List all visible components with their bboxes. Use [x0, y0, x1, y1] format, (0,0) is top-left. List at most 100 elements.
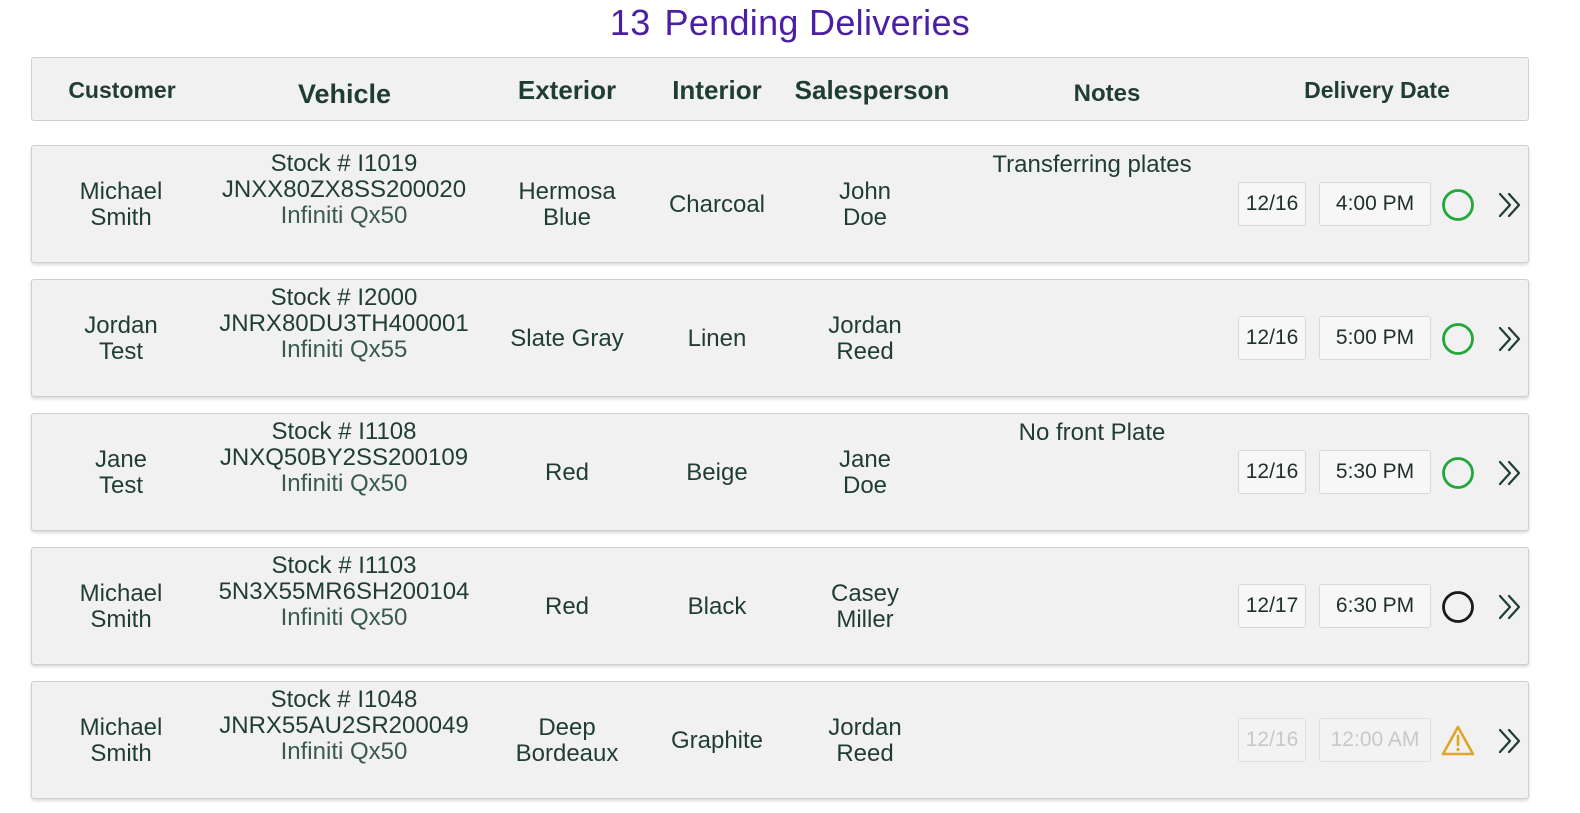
customer-name-line: Jane	[94, 446, 148, 473]
vehicle-model: Infiniti Qx50	[280, 202, 408, 229]
customer-name-line: Test	[98, 338, 143, 365]
salesperson-name: John Doe	[795, 146, 935, 264]
exterior-color-line: Deep	[538, 714, 596, 741]
vehicle-info: Stock # I1048 JNRX55AU2SR200049 Infiniti Q…	[204, 682, 484, 800]
vehicle-info: Stock # I1108 JNXQ50BY2SS200109 Infiniti Q…	[204, 414, 484, 532]
double-chevron-right-icon[interactable]	[1496, 726, 1524, 756]
customer-name: Michael Smith	[61, 146, 181, 264]
customer-name-line: Test	[98, 472, 143, 499]
vehicle-info: Stock # I2000 JNRX80DU3TH400001 Infiniti Q…	[204, 280, 484, 398]
interior-color: Black	[652, 548, 782, 666]
customer-name: Jordan Test	[61, 280, 181, 398]
interior-color: Graphite	[652, 682, 782, 800]
customer-name: Jane Test	[61, 414, 181, 532]
page-title-text: Pending Deliveries	[664, 2, 971, 43]
salesperson-name: Casey Miller	[795, 548, 935, 666]
notes-text: Transferring plates	[992, 151, 1192, 178]
vehicle-model: Infiniti Qx50	[280, 470, 408, 497]
notes-text: No front Plate	[1018, 419, 1166, 446]
customer-name-line: Michael	[79, 178, 163, 205]
column-header-notes: Notes	[1073, 80, 1141, 107]
delivery-time-field[interactable]: 4:00 PM	[1319, 182, 1431, 226]
exterior-color: Slate Gray	[497, 280, 637, 398]
salesperson-name-line: John	[838, 178, 892, 205]
column-header-vehicle: Vehicle	[297, 78, 392, 109]
salesperson-name-line: Jordan	[828, 312, 902, 339]
salesperson-name: Jane Doe	[795, 414, 935, 532]
green-circle-icon[interactable]	[1441, 456, 1475, 490]
vin-number: JNXX80ZX8SS200020	[221, 176, 467, 203]
column-header-exterior: Exterior	[517, 74, 617, 105]
delivery-time-field[interactable]: 5:00 PM	[1319, 316, 1431, 360]
vin-number: JNRX80DU3TH400001	[219, 310, 469, 337]
interior-color-line: Black	[687, 593, 747, 620]
customer-name: Michael Smith	[61, 548, 181, 666]
interior-color-line: Charcoal	[668, 191, 766, 218]
customer-name-line: Smith	[90, 740, 152, 767]
exterior-color: Deep Bordeaux	[497, 682, 637, 800]
salesperson-name-line: Reed	[836, 740, 894, 767]
double-chevron-right-icon[interactable]	[1496, 592, 1524, 622]
customer-name-line: Jordan	[84, 312, 158, 339]
delivery-date-field[interactable]: 12/17	[1238, 584, 1306, 628]
column-header-interior: Interior	[672, 74, 762, 105]
vin-number: JNRX55AU2SR200049	[219, 712, 469, 739]
interior-color: Charcoal	[652, 146, 782, 264]
salesperson-name-line: Jane	[838, 446, 892, 473]
vin-number: JNXQ50BY2SS200109	[219, 444, 469, 471]
vehicle-info: Stock # I1103 5N3X55MR6SH200104 Infiniti Q…	[204, 548, 484, 666]
customer-name-line: Smith	[90, 606, 152, 633]
customer-name-line: Smith	[90, 204, 152, 231]
customer-name-line: Michael	[79, 580, 163, 607]
exterior-color: Red	[497, 548, 637, 666]
table-row[interactable]: Michael Smith Stock # I1019 JNXX80ZX8SS2000…	[31, 145, 1529, 263]
table-header: Customer Vehicle Exterior Interior Sales…	[31, 57, 1529, 121]
table-row[interactable]: Michael Smith Stock # I1048 JNRX55AU2SR2000…	[31, 681, 1529, 799]
exterior-color-line: Red	[544, 593, 590, 620]
column-header-delivery-date: Delivery Date	[1304, 76, 1450, 103]
delivery-date-field: 12/16	[1238, 718, 1306, 762]
salesperson-name-line: Doe	[842, 472, 888, 499]
stock-number: Stock # I2000	[270, 284, 418, 311]
delivery-time-field[interactable]: 6:30 PM	[1319, 584, 1431, 628]
page-title: 13 Pending Deliveries	[0, 2, 1580, 44]
customer-name: Michael Smith	[61, 682, 181, 800]
warning-triangle-icon[interactable]	[1441, 724, 1475, 758]
double-chevron-right-icon[interactable]	[1496, 458, 1524, 488]
exterior-color-line: Hermosa	[518, 178, 616, 205]
stock-number: Stock # I1108	[271, 418, 417, 445]
salesperson-name-line: Doe	[842, 204, 888, 231]
delivery-date-field[interactable]: 12/16	[1238, 182, 1306, 226]
vin-number: 5N3X55MR6SH200104	[218, 578, 470, 605]
stock-number: Stock # I1048	[270, 686, 418, 713]
salesperson-name-line: Reed	[836, 338, 894, 365]
interior-color: Linen	[652, 280, 782, 398]
vehicle-model: Infiniti Qx50	[280, 738, 408, 765]
delivery-date-field[interactable]: 12/16	[1238, 316, 1306, 360]
column-header-salesperson: Salesperson	[794, 74, 950, 105]
interior-color-line: Graphite	[670, 727, 764, 754]
delivery-time-field[interactable]: 5:30 PM	[1319, 450, 1431, 494]
vehicle-model: Infiniti Qx50	[280, 604, 408, 631]
stock-number: Stock # I1019	[270, 150, 418, 177]
delivery-date-field[interactable]: 12/16	[1238, 450, 1306, 494]
exterior-color: Hermosa Blue	[497, 146, 637, 264]
delivery-time-field: 12:00 AM	[1319, 718, 1431, 762]
customer-name-line: Michael	[79, 714, 163, 741]
salesperson-name: Jordan Reed	[795, 682, 935, 800]
table-row[interactable]: Michael Smith Stock # I1103 5N3X55MR6SH2001…	[31, 547, 1529, 665]
double-chevron-right-icon[interactable]	[1496, 324, 1524, 354]
salesperson-name: Jordan Reed	[795, 280, 935, 398]
exterior-color-line: Bordeaux	[515, 740, 619, 767]
column-header-customer: Customer	[68, 76, 176, 103]
black-circle-icon[interactable]	[1441, 590, 1475, 624]
table-row[interactable]: Jane Test Stock # I1108 JNXQ50BY2SS200109 In…	[31, 413, 1529, 531]
salesperson-name-line: Miller	[836, 606, 894, 633]
green-circle-icon[interactable]	[1441, 188, 1475, 222]
double-chevron-right-icon[interactable]	[1496, 190, 1524, 220]
salesperson-name-line: Casey	[830, 580, 900, 607]
table-row[interactable]: Jordan Test Stock # I2000 JNRX80DU3TH400001…	[31, 279, 1529, 397]
green-circle-icon[interactable]	[1441, 322, 1475, 356]
exterior-color-line: Blue	[542, 204, 592, 231]
exterior-color: Red	[497, 414, 637, 532]
